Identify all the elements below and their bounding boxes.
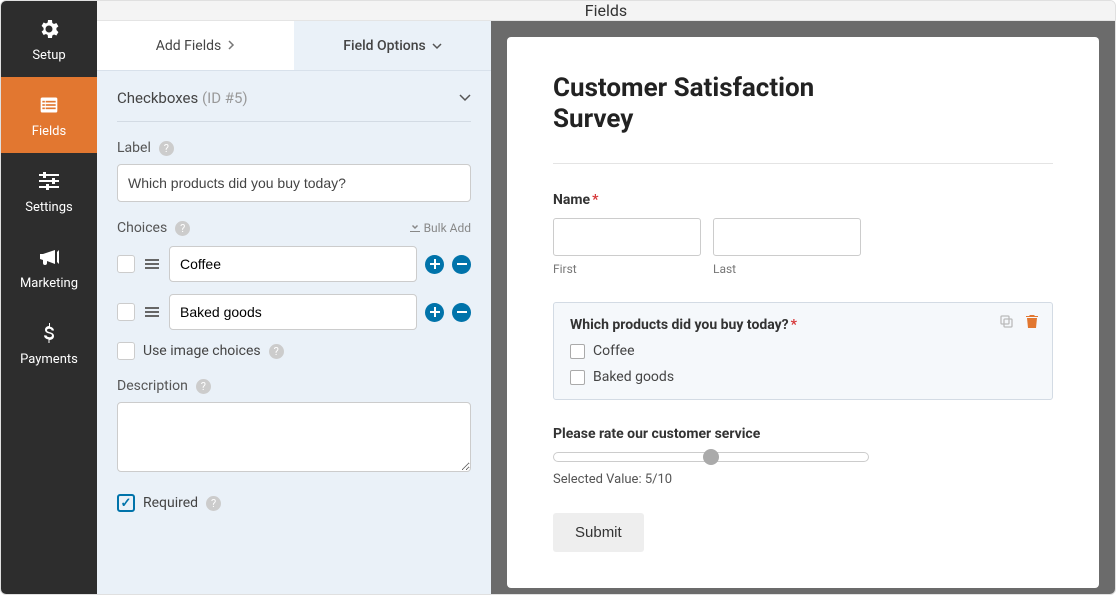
choice-row (117, 294, 471, 330)
tab-label: Add Fields (156, 38, 222, 54)
main-area: Fields Add Fields Field Options (97, 1, 1115, 594)
chevron-right-icon (227, 38, 235, 54)
chevron-down-icon (432, 38, 442, 54)
help-icon[interactable]: ? (196, 379, 211, 394)
sidebar-item-marketing[interactable]: Marketing (1, 229, 97, 305)
name-field: Name* First Last (553, 192, 1053, 276)
checkbox-icon (570, 370, 585, 385)
section-id: (ID #5) (202, 89, 248, 107)
help-icon[interactable]: ? (159, 141, 174, 156)
form-title: Customer Satisfaction Survey (553, 73, 873, 135)
duplicate-icon[interactable] (998, 313, 1014, 329)
sidebar-item-payments[interactable]: Payments (1, 305, 97, 381)
choice-input[interactable] (169, 294, 417, 330)
field-label: Name (553, 192, 590, 208)
required-asterisk: * (791, 317, 797, 333)
sidebar: Setup Fields Settings Marketing Payments (1, 1, 97, 594)
choice-row (117, 246, 471, 282)
remove-choice-button[interactable] (452, 303, 471, 322)
choice-default-checkbox[interactable] (117, 303, 135, 321)
rating-field: Please rate our customer service Selecte… (553, 426, 1053, 487)
last-name-sublabel: Last (713, 262, 861, 276)
field-label: Please rate our customer service (553, 426, 760, 442)
label-input[interactable] (117, 164, 471, 202)
add-choice-button[interactable] (425, 303, 444, 322)
slider-value-text: Selected Value: 5/10 (553, 472, 1053, 487)
topbar-title: Fields (585, 1, 627, 20)
last-name-input[interactable] (713, 218, 861, 256)
sidebar-label: Settings (25, 200, 72, 215)
remove-choice-button[interactable] (452, 255, 471, 274)
sidebar-item-fields[interactable]: Fields (1, 77, 97, 153)
help-icon[interactable]: ? (269, 344, 284, 359)
sidebar-label: Fields (32, 124, 66, 139)
checkbox-icon (570, 344, 585, 359)
preview-choice[interactable]: Coffee (570, 343, 1036, 359)
choice-input[interactable] (169, 246, 417, 282)
sidebar-item-setup[interactable]: Setup (1, 1, 97, 77)
section-type: Checkboxes (117, 89, 198, 107)
required-checkbox[interactable]: ✓ (117, 494, 135, 512)
sidebar-label: Payments (20, 352, 78, 367)
field-label: Which products did you buy today? (570, 317, 789, 333)
description-textarea[interactable] (117, 402, 471, 472)
editor-panel: Add Fields Field Options (97, 21, 491, 595)
drag-handle-icon[interactable] (143, 259, 161, 269)
trash-icon[interactable] (1024, 313, 1040, 329)
description-title: Description (117, 378, 188, 394)
selected-field[interactable]: Which products did you buy today?* Coffe… (553, 302, 1053, 400)
drag-handle-icon[interactable] (143, 307, 161, 317)
tab-field-options[interactable]: Field Options (294, 21, 491, 71)
required-asterisk: * (592, 192, 598, 208)
section-header[interactable]: Checkboxes (ID #5) (117, 89, 471, 122)
submit-button[interactable]: Submit (553, 513, 644, 552)
chevron-down-icon (459, 90, 471, 106)
image-choices-label: Use image choices (143, 343, 261, 359)
preview-panel: Customer Satisfaction Survey Name* First (491, 21, 1115, 595)
topbar: Fields (97, 1, 1115, 21)
bullhorn-icon (36, 244, 62, 270)
label-title: Label (117, 140, 151, 156)
preview-choice[interactable]: Baked goods (570, 369, 1036, 385)
tab-label: Field Options (343, 38, 425, 54)
help-icon[interactable]: ? (175, 221, 190, 236)
slider-thumb[interactable] (703, 449, 719, 465)
required-label: Required (143, 495, 198, 511)
help-icon[interactable]: ? (206, 496, 221, 511)
first-name-input[interactable] (553, 218, 701, 256)
rating-slider[interactable] (553, 452, 869, 462)
bulk-add-label: Bulk Add (424, 221, 471, 235)
tab-add-fields[interactable]: Add Fields (97, 21, 294, 71)
bulk-add-button[interactable]: Bulk Add (410, 221, 471, 235)
gear-icon (36, 16, 62, 42)
dollar-icon (36, 320, 62, 346)
list-icon (36, 92, 62, 118)
choice-label: Baked goods (593, 369, 674, 385)
sidebar-item-settings[interactable]: Settings (1, 153, 97, 229)
sliders-icon (36, 168, 62, 194)
first-name-sublabel: First (553, 262, 701, 276)
download-icon (410, 221, 420, 235)
choices-title: Choices (117, 220, 167, 236)
image-choices-checkbox[interactable] (117, 342, 135, 360)
divider (553, 163, 1053, 164)
choice-default-checkbox[interactable] (117, 255, 135, 273)
choice-label: Coffee (593, 343, 635, 359)
add-choice-button[interactable] (425, 255, 444, 274)
sidebar-label: Setup (32, 48, 65, 63)
sidebar-label: Marketing (20, 276, 78, 291)
